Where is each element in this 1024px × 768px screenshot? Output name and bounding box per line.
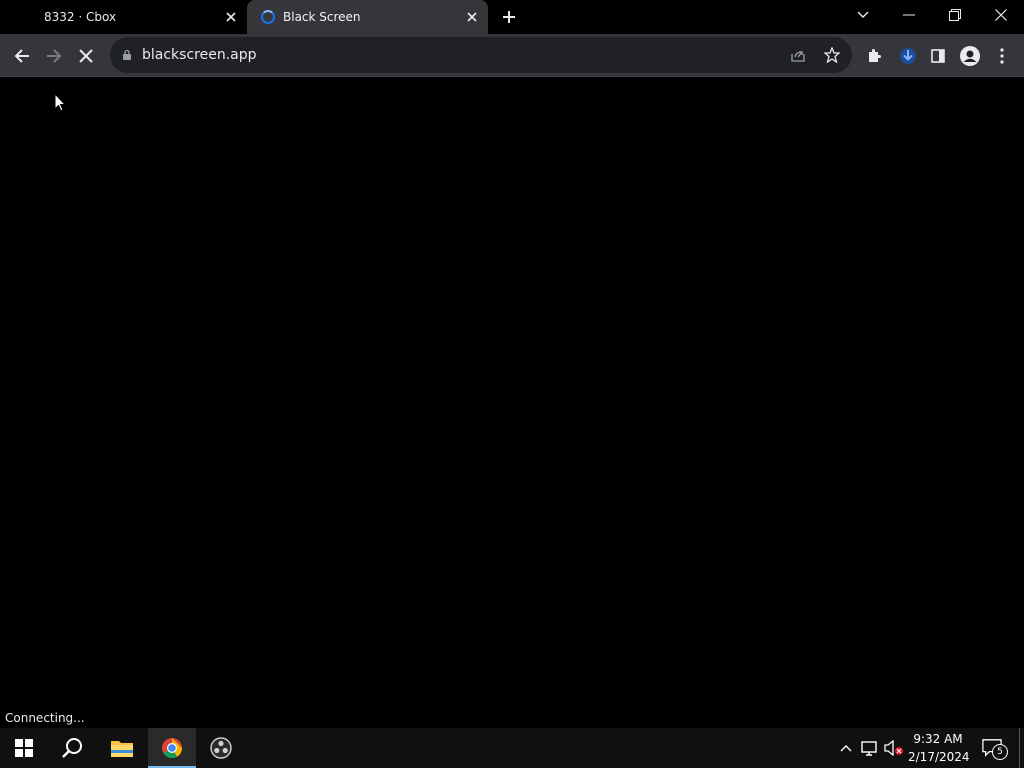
restore-icon — [949, 9, 961, 21]
side-panel-button[interactable] — [924, 42, 952, 70]
back-button[interactable] — [8, 42, 36, 70]
forward-button[interactable] — [40, 42, 68, 70]
lock-icon[interactable] — [122, 50, 132, 60]
page-content[interactable] — [0, 76, 1024, 728]
chrome-taskbar-button[interactable] — [148, 728, 196, 768]
chrome-icon — [162, 738, 183, 759]
stop-loading-button[interactable] — [72, 42, 100, 70]
search-button[interactable] — [48, 728, 96, 768]
system-clock[interactable]: 9:32 AM 2/17/2024 — [908, 730, 970, 766]
clock-time: 9:32 AM — [913, 732, 963, 746]
minimize-button[interactable] — [886, 0, 932, 30]
status-bubble: Connecting... — [0, 709, 90, 728]
obs-icon — [210, 737, 232, 759]
notification-count-badge: 5 — [992, 744, 1008, 760]
tab-cbox[interactable]: 8332 · Cbox — [0, 0, 247, 34]
menu-button[interactable] — [988, 42, 1016, 70]
more-vert-icon — [1000, 48, 1004, 64]
download-icon — [900, 48, 916, 64]
bookmark-star-icon[interactable] — [823, 46, 841, 67]
profile-button[interactable] — [956, 42, 984, 70]
file-explorer-button[interactable] — [98, 728, 146, 768]
arrow-left-icon — [14, 49, 29, 63]
obs-button[interactable] — [197, 728, 245, 768]
avatar-icon — [960, 46, 980, 66]
puzzle-icon — [869, 49, 881, 62]
plus-icon — [503, 11, 515, 23]
loading-spinner-icon — [261, 10, 275, 24]
mouse-cursor-icon — [54, 93, 66, 112]
start-button[interactable] — [0, 728, 48, 768]
show-desktop-button[interactable] — [1019, 728, 1024, 768]
chevron-down-icon — [857, 11, 869, 18]
taskbar: 9:32 AM 2/17/2024 5 — [0, 728, 1024, 768]
close-icon — [995, 9, 1007, 21]
download-extension-button[interactable] — [894, 42, 922, 70]
tab-strip: 8332 · Cbox Black Screen — [0, 0, 1024, 34]
tab-title: 8332 · Cbox — [44, 10, 117, 24]
volume-muted-icon[interactable] — [884, 738, 904, 758]
new-tab-button[interactable] — [499, 7, 519, 27]
close-window-button[interactable] — [978, 0, 1024, 30]
close-tab-icon[interactable] — [223, 9, 239, 25]
chevron-up-icon[interactable] — [836, 738, 856, 758]
restore-button[interactable] — [932, 0, 978, 30]
extensions-button[interactable] — [860, 42, 888, 70]
browser-toolbar: blackscreen.app — [0, 34, 1024, 76]
url-text: blackscreen.app — [142, 47, 257, 63]
minimize-icon — [903, 14, 915, 16]
close-tab-icon[interactable] — [464, 9, 480, 25]
share-icon[interactable] — [790, 47, 806, 67]
network-icon[interactable] — [860, 738, 880, 758]
tab-search-button[interactable] — [840, 0, 886, 30]
tab-title: Black Screen — [283, 10, 361, 24]
notifications-button[interactable]: 5 — [982, 738, 1008, 760]
search-icon — [62, 738, 82, 758]
arrow-right-icon — [47, 49, 62, 63]
tab-black-screen[interactable]: Black Screen — [247, 0, 488, 34]
close-icon — [79, 49, 93, 63]
windows-logo-icon — [15, 739, 33, 757]
side-panel-icon — [931, 49, 945, 63]
folder-icon — [111, 741, 133, 757]
clock-date: 2/17/2024 — [908, 750, 970, 764]
address-bar[interactable]: blackscreen.app — [110, 37, 852, 73]
